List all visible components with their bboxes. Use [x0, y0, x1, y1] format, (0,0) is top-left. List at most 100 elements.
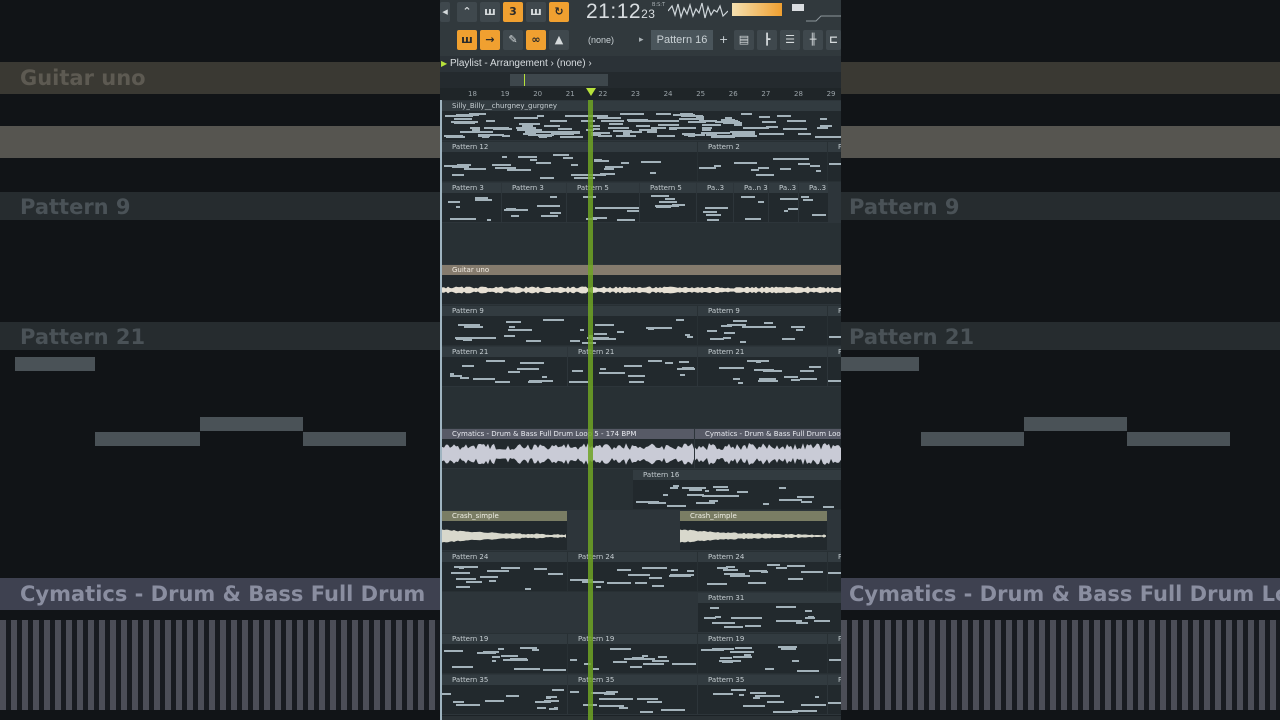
countdown-icon[interactable]: 3 — [503, 2, 523, 22]
clip-pattern[interactable]: Pattern 19 — [442, 634, 567, 673]
playlist-track-10[interactable]: Pattern 16 — [440, 469, 841, 511]
bg-note — [921, 432, 1024, 446]
clip-pattern[interactable]: Pa..3 — [697, 183, 733, 222]
clip-pattern[interactable]: Pattern 3 — [442, 183, 501, 222]
playlist-track-2[interactable]: Pattern 12 Pattern 2P — [440, 141, 841, 183]
playlist-track-15[interactable]: Pattern 35 Pattern 35 Pattern 35 P — [440, 674, 841, 716]
clip-pattern[interactable]: Pattern 31 — [698, 593, 841, 632]
clip-pattern[interactable]: P — [828, 552, 841, 591]
playlist-track-5[interactable]: Guitar uno — [440, 264, 841, 306]
browser-icon[interactable]: ⊏ — [826, 30, 841, 50]
playlist-snap-icon[interactable]: ш — [457, 30, 477, 50]
playlist-track-1[interactable]: Silly_Billy__churgney_gurgney — [440, 100, 841, 142]
clip-audio[interactable]: Cymatics - Drum & Bass Full Drum Loo — [695, 429, 841, 468]
channel-rack-icon[interactable]: ☰ — [780, 30, 800, 50]
note — [485, 120, 495, 123]
note-preview — [698, 644, 827, 673]
clip-pattern[interactable]: Pattern 21 — [698, 347, 827, 386]
playlist-track-9[interactable]: Cymatics - Drum & Bass Full Drum Loop 5 … — [440, 428, 841, 470]
playlist-track-4[interactable] — [440, 223, 841, 265]
clip-pattern[interactable]: P — [828, 347, 841, 386]
prev-pattern-icon[interactable]: ▸ — [639, 35, 644, 45]
note — [627, 210, 639, 213]
playlist-context[interactable]: (none) — [557, 58, 586, 69]
note-preview — [442, 562, 567, 591]
clip-pattern[interactable]: Pa..3 — [799, 183, 828, 222]
clip-pattern[interactable]: Pattern 24 — [442, 552, 567, 591]
clip-crash[interactable]: Crash_simple — [680, 511, 827, 550]
note — [757, 166, 769, 169]
note — [651, 195, 670, 198]
clip-pattern[interactable]: Pattern 5 — [640, 183, 696, 222]
note — [805, 610, 812, 613]
note — [590, 132, 610, 135]
clip-audio[interactable]: Cymatics - Drum & Bass Full Drum Loop 5 … — [442, 429, 694, 468]
clip-dense[interactable]: Silly_Billy__churgney_gurgney — [442, 101, 841, 140]
playlist-track-11[interactable]: Crash_simple Crash_simple — [440, 510, 841, 552]
clip-pattern[interactable]: Pattern 24 — [698, 552, 827, 591]
wait-input-icon[interactable]: ш — [480, 2, 500, 22]
note — [607, 581, 632, 584]
playlist-track-13[interactable]: Pattern 31 — [440, 592, 841, 634]
playlist-track-8[interactable] — [440, 387, 841, 429]
playhead[interactable] — [588, 100, 593, 720]
clip-pattern[interactable]: Pattern 12 — [442, 142, 697, 181]
clip-pattern[interactable]: P — [828, 675, 841, 714]
clip-label: Pattern 9 — [698, 306, 827, 316]
clip-pattern[interactable]: Pa..3 — [769, 183, 798, 222]
clip-pattern[interactable]: Pattern 35 — [698, 675, 827, 714]
oscilloscope — [668, 2, 728, 20]
note — [733, 377, 740, 380]
note — [804, 133, 812, 136]
clip-pattern[interactable]: P — [828, 142, 841, 181]
note — [791, 325, 806, 328]
clip-pattern[interactable]: P — [828, 306, 841, 345]
pattern-selector[interactable]: Pattern 16 — [651, 30, 713, 50]
mixer-icon[interactable]: ╫ — [803, 30, 823, 50]
note — [720, 657, 733, 660]
clip-pattern[interactable]: Pattern 3 — [502, 183, 566, 222]
note — [730, 120, 738, 123]
ruler-tick-18: 18 — [468, 90, 477, 98]
playlist-track-12[interactable]: Pattern 24 Pattern 24 Pattern 24 P — [440, 551, 841, 593]
note — [551, 688, 564, 691]
menu-icon[interactable]: ◂ — [440, 2, 450, 22]
arrow-icon[interactable]: → — [480, 30, 500, 50]
clip-pattern[interactable]: P — [828, 634, 841, 673]
clip-pattern[interactable]: Pa..n 3 — [734, 183, 768, 222]
clip-pattern[interactable]: Pattern 16 — [633, 470, 841, 509]
note-preview — [502, 193, 566, 222]
pencil-icon[interactable]: ✎ — [503, 30, 523, 50]
note — [571, 369, 583, 372]
playlist-arrow-icon[interactable]: ▶ — [440, 59, 447, 68]
clip-pattern[interactable]: Pattern 5 — [567, 183, 639, 222]
note — [795, 328, 804, 331]
playlist-track-14[interactable]: Pattern 19 Pattern 19 Pattern 19 P — [440, 633, 841, 675]
step-edit-icon[interactable]: ш — [526, 2, 546, 22]
playlist-track-6[interactable]: Pattern 9 Pattern 9P — [440, 305, 841, 347]
overview-scrollbar[interactable] — [440, 72, 841, 88]
clip-pattern[interactable]: Pattern 21 — [442, 347, 567, 386]
playlist-window-icon[interactable]: ▤ — [734, 30, 754, 50]
clip-pattern[interactable]: Pattern 35 — [442, 675, 567, 714]
clip-pattern[interactable]: Pattern 9 — [698, 306, 827, 345]
add-pattern-button[interactable]: + — [719, 33, 728, 46]
playhead-marker[interactable] — [586, 88, 596, 96]
timeline-ruler[interactable]: 18 19 20 21 22 23 24 25 26 27 28 29 — [440, 88, 841, 100]
stamp-icon[interactable]: ▲ — [549, 30, 569, 50]
clip-pattern[interactable]: Pattern 9 — [442, 306, 697, 345]
metronome-icon[interactable]: ⌃ — [457, 2, 477, 22]
clip-guitar[interactable]: Guitar uno — [442, 265, 841, 304]
link-icon[interactable]: ∞ — [526, 30, 546, 50]
note — [713, 486, 728, 489]
note-preview — [640, 193, 696, 222]
clip-pattern[interactable]: Pattern 2 — [698, 142, 827, 181]
note — [729, 574, 750, 577]
clip-crash[interactable]: Crash_simple — [442, 511, 567, 550]
playlist-track-3[interactable]: Pattern 3Pattern 3Pattern 5Pattern 5Pa..… — [440, 182, 841, 224]
none-selector[interactable]: (none) — [588, 35, 614, 45]
clip-pattern[interactable]: Pattern 19 — [698, 634, 827, 673]
piano-roll-icon[interactable]: ┣ — [757, 30, 777, 50]
playlist-track-7[interactable]: Pattern 21 Pattern 21 Pattern 21 P — [440, 346, 841, 388]
loop-record-icon[interactable]: ↻ — [549, 2, 569, 22]
